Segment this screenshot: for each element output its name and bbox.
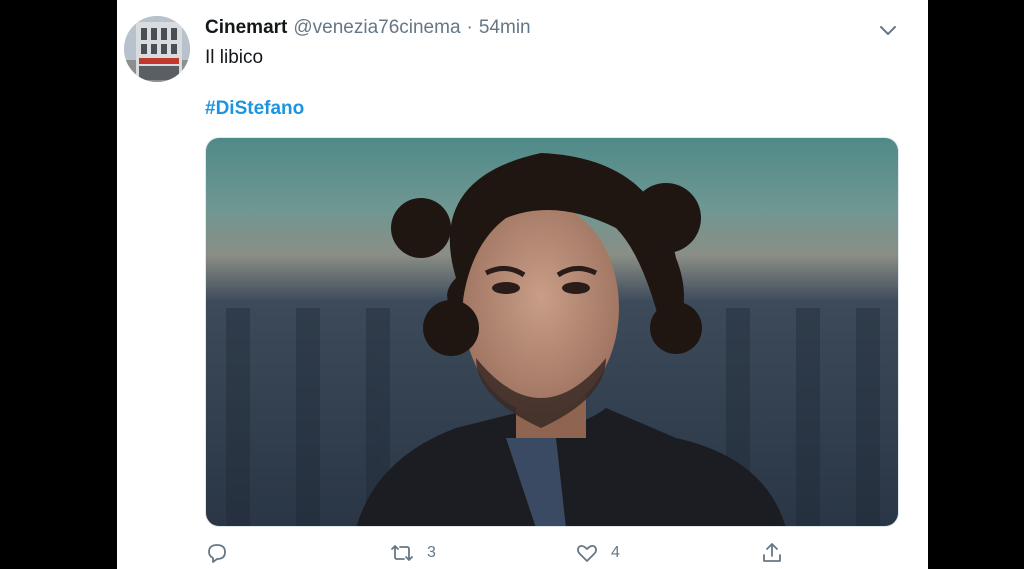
author-handle[interactable]: @venezia76cinema — [293, 17, 460, 39]
tweet-photo[interactable] — [205, 137, 899, 527]
hashtag-link[interactable]: #DiStefano — [205, 98, 304, 120]
heart-icon — [576, 544, 598, 562]
tweet-menu-button[interactable] — [877, 20, 899, 42]
chevron-down-icon — [880, 26, 896, 35]
tweet-actions: 3 4 — [205, 541, 899, 569]
timestamp[interactable]: 54min — [479, 17, 531, 39]
retweet-count: 3 — [427, 544, 436, 561]
portrait-photo — [206, 138, 898, 526]
upload-share-icon — [763, 543, 781, 562]
tweet-text: Il libico — [205, 47, 264, 68]
share-button[interactable] — [760, 541, 784, 565]
tweet-card: Cinemart @venezia76cinema · 54min Il lib… — [117, 0, 928, 569]
like-count: 4 — [611, 544, 620, 561]
avatar[interactable] — [124, 16, 190, 82]
building-photo-icon — [124, 16, 190, 82]
author-name[interactable]: Cinemart — [205, 17, 287, 39]
reply-button[interactable] — [205, 541, 241, 565]
speech-bubble-icon — [208, 544, 226, 563]
tweet-header: Cinemart @venezia76cinema · 54min — [205, 17, 531, 43]
retweet-arrows-icon — [391, 545, 413, 561]
like-button[interactable]: 4 — [575, 541, 620, 565]
retweet-button[interactable]: 3 — [389, 541, 436, 565]
separator-dot: · — [466, 17, 473, 38]
